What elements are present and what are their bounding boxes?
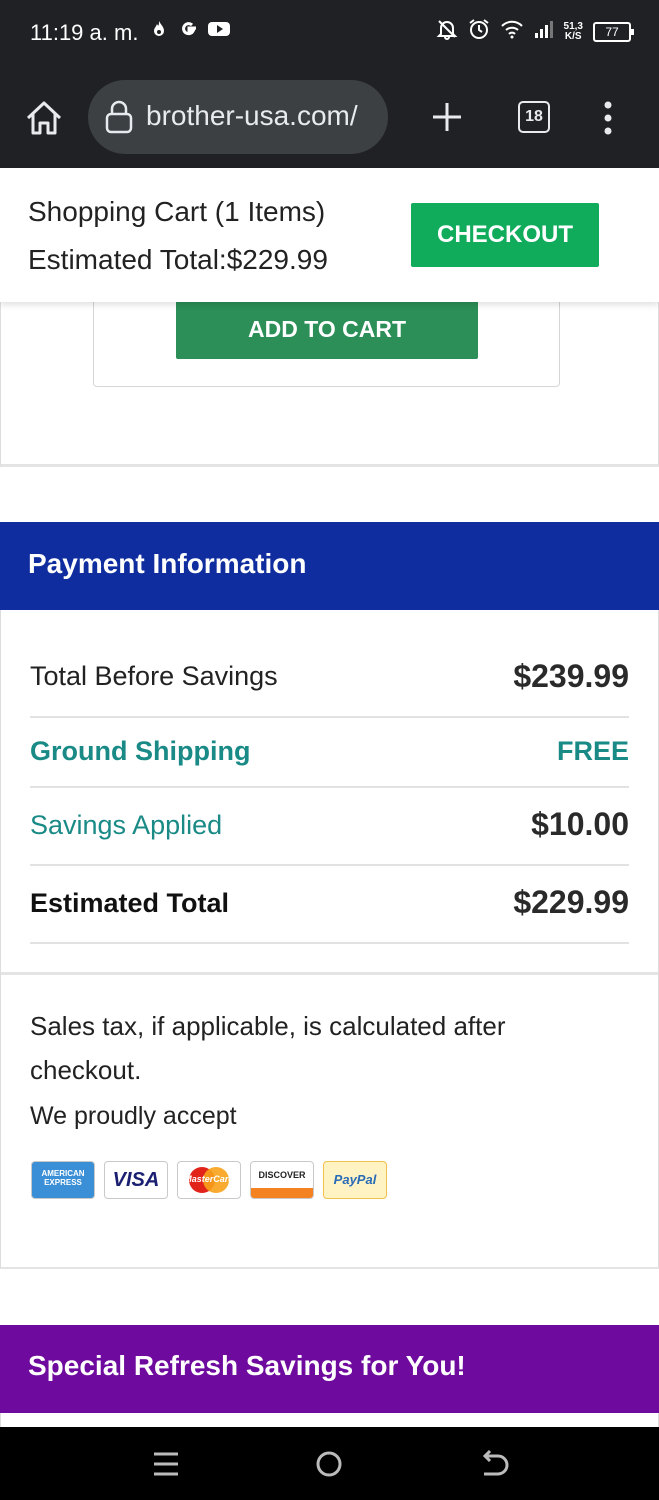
savings-applied-value: $10.00 — [531, 806, 629, 842]
checkout-button[interactable]: CHECKOUT — [411, 203, 599, 267]
row-divider — [30, 864, 629, 866]
row-divider — [30, 942, 629, 944]
battery-indicator: 77 — [593, 21, 634, 42]
back-arrow-icon — [482, 1449, 509, 1476]
overflow-menu-button[interactable] — [598, 100, 618, 136]
google-icon — [180, 20, 198, 43]
row-divider — [30, 716, 629, 718]
home-nav-button[interactable] — [313, 1448, 345, 1480]
paypal-icon: PayPal — [323, 1161, 387, 1199]
status-right-cluster: 51,3 K/S 77 — [436, 18, 634, 45]
paypal-text: PayPal — [333, 1172, 377, 1187]
mastercard-icon: MasterCard — [177, 1161, 241, 1199]
home-button[interactable] — [24, 98, 64, 138]
estimated-total-value: $229.99 — [513, 884, 629, 920]
add-to-cart-button[interactable]: ADD TO CART — [176, 300, 478, 359]
fire-icon — [152, 20, 166, 43]
alarm-icon — [468, 18, 490, 45]
network-speed: 51,3 K/S — [564, 21, 583, 42]
plus-icon — [433, 103, 461, 131]
youtube-icon — [208, 20, 230, 43]
ground-shipping-label: Ground Shipping — [30, 736, 251, 766]
more-vert-icon — [604, 101, 612, 135]
url-text[interactable]: brother-usa.com/ — [146, 100, 358, 132]
circle-icon — [316, 1451, 342, 1477]
estimated-total-label: Estimated Total — [30, 888, 230, 918]
accept-label: We proudly accept — [30, 1102, 237, 1130]
cart-item-count: Shopping Cart (1 Items) — [28, 196, 326, 227]
back-button[interactable] — [478, 1448, 510, 1480]
payment-title: Payment Information — [28, 548, 307, 579]
amex-text-bottom: EXPRESS — [44, 1178, 82, 1187]
mute-bell-icon — [436, 18, 458, 45]
visa-text: VISA — [112, 1169, 160, 1191]
special-savings-title: Special Refresh Savings for You! — [28, 1350, 466, 1381]
mastercard-text: MasterCard — [184, 1174, 234, 1184]
signal-icon — [534, 19, 554, 44]
ground-shipping-value: FREE — [556, 736, 629, 766]
home-icon — [26, 101, 62, 135]
amex-text-top: AMERICAN — [41, 1169, 85, 1178]
wifi-icon — [500, 19, 524, 44]
discover-icon: DISCOVER — [250, 1161, 314, 1199]
savings-applied-label: Savings Applied — [30, 810, 223, 840]
lock-icon[interactable] — [104, 100, 134, 134]
status-time: 11:19 a. m. — [30, 20, 139, 45]
recents-button[interactable] — [150, 1448, 182, 1480]
total-before-savings-label: Total Before Savings — [30, 661, 278, 691]
special-savings-body — [0, 1413, 659, 1427]
total-before-savings-value: $239.99 — [513, 658, 629, 694]
cart-estimated-total: Estimated Total:$229.99 — [28, 244, 328, 275]
amex-icon: AMERICAN EXPRESS — [31, 1161, 95, 1199]
visa-icon: VISA — [104, 1161, 168, 1199]
row-divider — [30, 786, 629, 788]
sales-tax-note: Sales tax, if applicable, is calculated … — [30, 1011, 506, 1085]
menu-lines-icon — [154, 1452, 178, 1476]
discover-text: DISCOVER — [258, 1170, 306, 1180]
discover-stripe — [251, 1188, 313, 1198]
speed-unit: K/S — [564, 30, 582, 42]
new-tab-button[interactable] — [430, 100, 464, 134]
tab-switcher-button[interactable]: 18 — [518, 101, 550, 133]
